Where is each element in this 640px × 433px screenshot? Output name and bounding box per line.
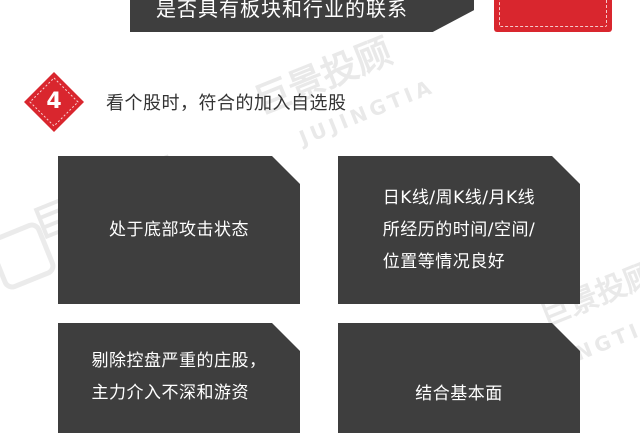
red-card-dashed-border: [499, 0, 607, 27]
watermark-logo-icon: [0, 219, 59, 293]
info-card: 结合基本面: [338, 323, 580, 433]
card-text: 剔除控盘严重的庄股， 主力介入不深和游资: [58, 323, 300, 433]
step-badge: 4: [20, 68, 88, 136]
card-line: 所经历的时间/空间/: [382, 220, 536, 240]
red-decor-card: [494, 0, 612, 32]
card-text-lines: 剔除控盘严重的庄股， 主力介入不深和游资: [92, 345, 267, 409]
card-text: 结合基本面: [415, 384, 503, 404]
step-heading: 看个股时，符合的加入自选股: [106, 93, 347, 114]
card-text: 处于底部攻击状态: [109, 220, 249, 240]
top-banner-text: 是否具有板块和行业的联系: [156, 0, 408, 21]
info-card: 剔除控盘严重的庄股， 主力介入不深和游资: [58, 323, 300, 433]
card-line: 日K线/周K线/月K线: [382, 188, 536, 208]
card-line: 位置等情况良好: [382, 252, 506, 272]
card-text: 日K线/周K线/月K线 所经历的时间/空间/ 位置等情况良好: [338, 156, 580, 304]
info-card: 日K线/周K线/月K线 所经历的时间/空间/ 位置等情况良好: [338, 156, 580, 304]
info-card: 处于底部攻击状态: [58, 156, 300, 304]
card-line: 主力介入不深和游资: [91, 383, 249, 403]
top-banner: 是否具有板块和行业的联系: [130, 0, 474, 32]
card-line: 剔除控盘严重的庄股，: [91, 351, 267, 371]
step-number: 4: [46, 89, 62, 114]
card-text-lines: 日K线/周K线/月K线 所经历的时间/空间/ 位置等情况良好: [383, 182, 535, 278]
